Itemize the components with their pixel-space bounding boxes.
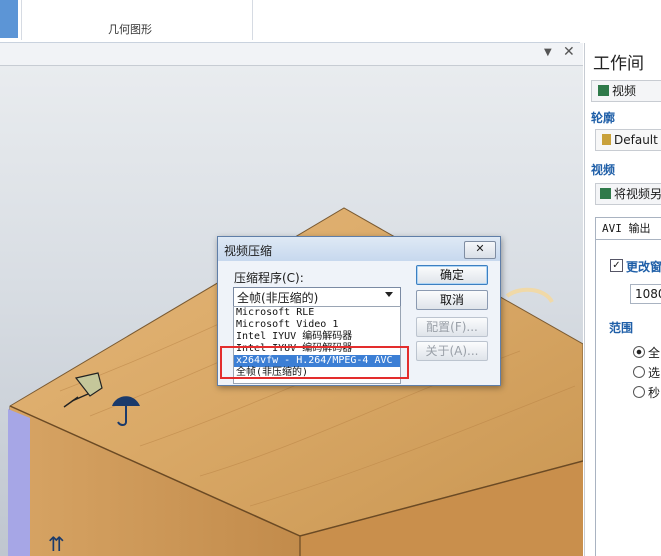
ribbon-separator bbox=[252, 0, 253, 40]
lock-icon bbox=[602, 134, 611, 145]
radio-seconds[interactable] bbox=[633, 386, 645, 398]
radio-selection-label: 选 bbox=[648, 366, 661, 380]
dropdown-icon[interactable]: ▼ bbox=[544, 47, 552, 58]
radio-all-label: 全 bbox=[648, 346, 661, 360]
width-input[interactable]: 1080 bbox=[630, 284, 661, 304]
ribbon-group-label: 几何图形 bbox=[108, 23, 152, 36]
about-button[interactable]: 关于(A)... bbox=[416, 341, 488, 361]
film-icon bbox=[600, 188, 611, 199]
viewport-titlebar bbox=[0, 43, 583, 66]
list-item[interactable]: Microsoft RLE bbox=[236, 307, 398, 319]
panel-title: 工作间 bbox=[593, 54, 644, 74]
ribbon-tab-accent[interactable] bbox=[0, 0, 18, 38]
list-item[interactable]: Microsoft Video 1 bbox=[236, 319, 398, 331]
config-button[interactable]: 配置(F)... bbox=[416, 317, 488, 337]
tab-avi-output[interactable]: AVI 输出 bbox=[595, 217, 661, 240]
dialog-title: 视频压缩 bbox=[224, 244, 273, 258]
highlight-annotation bbox=[220, 346, 409, 379]
range-section-label: 范围 bbox=[609, 321, 634, 335]
outline-section-label: 轮廓 bbox=[591, 111, 616, 125]
compressor-select[interactable]: 全帧(非压缩的) bbox=[233, 287, 401, 307]
default-outline-button[interactable]: Default bbox=[595, 129, 661, 151]
video-section-label: 视频 bbox=[591, 163, 616, 177]
view-button[interactable]: 视频 bbox=[591, 80, 661, 102]
close-button[interactable]: ✕ bbox=[464, 241, 496, 259]
close-icon[interactable]: ✕ bbox=[563, 44, 575, 60]
export-video-button[interactable]: 将视频另 bbox=[595, 183, 661, 205]
cancel-button[interactable]: 取消 bbox=[416, 290, 488, 310]
svg-text:⇈: ⇈ bbox=[48, 532, 65, 556]
film-icon bbox=[598, 85, 609, 96]
change-window-label: 更改窗 bbox=[626, 260, 661, 274]
ok-button[interactable]: 确定 bbox=[416, 265, 488, 285]
radio-all[interactable] bbox=[633, 346, 645, 358]
list-item[interactable]: Intel IYUV 编码解码器 bbox=[236, 331, 398, 343]
compressor-select-value: 全帧(非压缩的) bbox=[237, 291, 319, 305]
change-window-checkbox[interactable]: ✓ bbox=[610, 259, 623, 272]
workspace-panel: 工作间 视频 轮廓 Default 视频 将视频另 AVI 输出 ✓ 更改窗 1… bbox=[584, 43, 661, 556]
compressor-label: 压缩程序(C): bbox=[234, 271, 304, 285]
chevron-down-icon bbox=[385, 292, 393, 297]
ribbon-separator bbox=[21, 0, 22, 40]
radio-selection[interactable] bbox=[633, 366, 645, 378]
ribbon bbox=[0, 0, 580, 43]
radio-seconds-label: 秒 bbox=[648, 386, 661, 400]
